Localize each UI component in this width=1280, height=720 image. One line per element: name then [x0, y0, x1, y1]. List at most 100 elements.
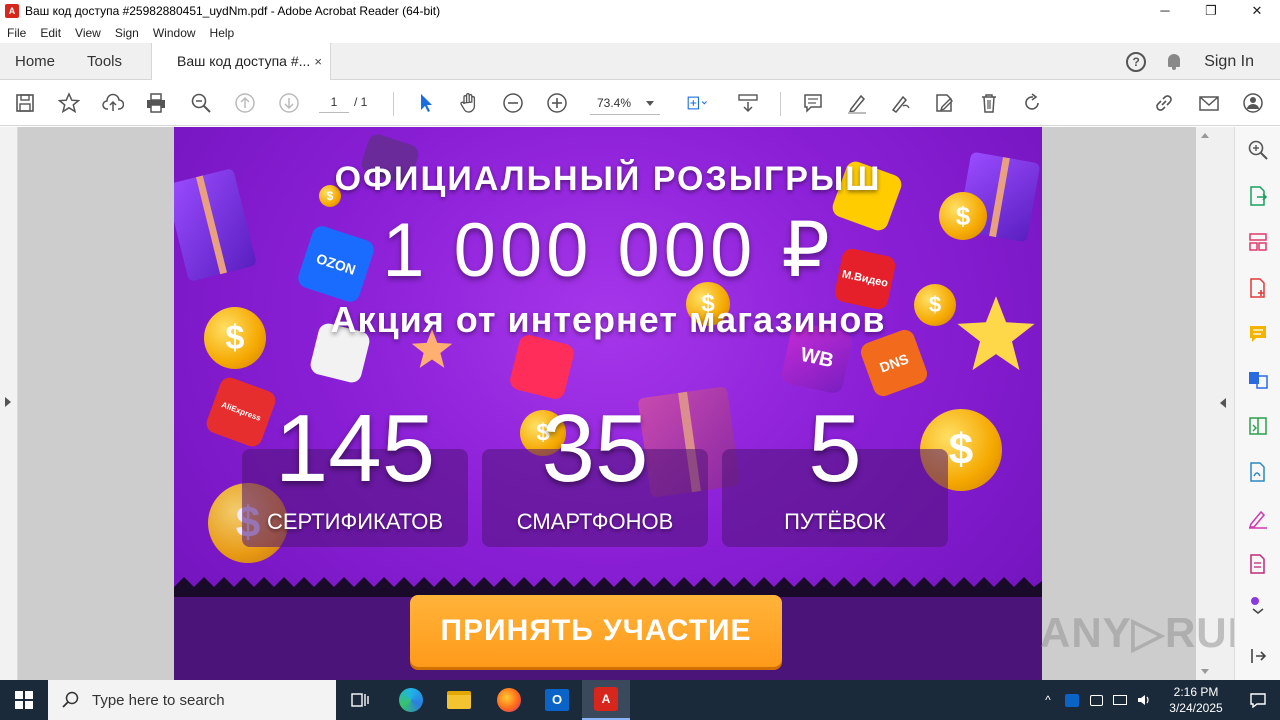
email-icon[interactable] [1196, 80, 1222, 126]
previous-page-icon[interactable] [232, 80, 258, 126]
export-pdf-icon[interactable] [1247, 185, 1269, 207]
stat-label: СЕРТИФИКАТОВ [266, 509, 444, 534]
toolbar-divider [780, 92, 781, 116]
start-button[interactable] [0, 680, 48, 720]
more-tools-icon[interactable] [1247, 593, 1269, 615]
scroll-up-arrow-icon[interactable] [1201, 133, 1209, 138]
help-icon[interactable]: ? [1126, 51, 1147, 72]
upload-cloud-icon[interactable] [100, 80, 126, 126]
user-add-icon[interactable] [1240, 80, 1266, 126]
main-toolbar: 1 / 1 73.4% [0, 80, 1280, 126]
combine-files-icon[interactable] [1247, 369, 1269, 391]
edit-pdf-icon[interactable] [931, 80, 957, 126]
clock-time: 2:16 PM [1173, 685, 1219, 699]
promo-amount: 1 000 000 ₽ [382, 208, 834, 293]
windows-logo-icon [15, 691, 33, 709]
next-page-icon[interactable] [276, 80, 302, 126]
comment-tool-icon[interactable] [1247, 323, 1269, 345]
notification-center-icon[interactable] [1236, 680, 1280, 720]
edge-browser-icon[interactable] [387, 680, 435, 720]
minimize-button[interactable]: ─ [1142, 0, 1188, 22]
pdf-page: $ $ $ $ $ $ $ $ OZON WB DNS М.Видео AliE… [174, 127, 1042, 680]
tab-tools[interactable]: Tools [87, 43, 122, 80]
comment-icon[interactable] [800, 80, 826, 126]
stat-label: СМАРТФОНОВ [516, 509, 674, 534]
participate-button[interactable]: ПРИНЯТЬ УЧАСТИЕ [410, 595, 782, 667]
select-pointer-icon[interactable] [413, 80, 439, 126]
zoom-level-value: 73.4% [597, 96, 632, 110]
file-explorer-icon[interactable] [435, 680, 483, 720]
task-view-icon[interactable] [336, 680, 384, 720]
sign-in-button[interactable]: Sign In [1204, 53, 1254, 71]
tab-home[interactable]: Home [15, 43, 55, 80]
taskbar-search-box[interactable]: Type here to search [48, 680, 336, 720]
close-button[interactable]: ✕ [1234, 0, 1280, 22]
chevron-up-icon[interactable]: ^ [1036, 680, 1060, 720]
save-icon[interactable] [12, 80, 38, 126]
search-zoom-icon[interactable] [1247, 139, 1269, 161]
meeting-tray-icon[interactable] [1084, 680, 1108, 720]
highlight-pen-icon[interactable] [844, 80, 870, 126]
right-tools-panel [1234, 127, 1280, 680]
menu-file[interactable]: File [7, 26, 26, 40]
volume-icon[interactable] [1132, 680, 1156, 720]
rotate-icon[interactable] [1019, 80, 1045, 126]
scroll-down-arrow-icon[interactable] [1201, 669, 1209, 674]
collapse-arrow-icon [1220, 398, 1226, 408]
create-pdf-icon[interactable] [1247, 277, 1269, 299]
stat-value: 145 [274, 395, 436, 502]
system-tray: ^ 2:16 PM 3/24/2025 [1036, 680, 1280, 720]
page-number-input[interactable]: 1 [319, 91, 349, 113]
anyrun-watermark: ANY▷RUN [1040, 609, 1259, 656]
outlook-icon[interactable]: O [533, 680, 581, 720]
hand-tool-icon[interactable] [456, 80, 482, 126]
account-area: ? Sign In [1126, 43, 1280, 80]
window-controls: ─ ❐ ✕ [1142, 0, 1280, 22]
page-fit-icon[interactable] [680, 80, 714, 126]
share-link-icon[interactable] [1151, 80, 1177, 126]
request-signature-icon[interactable] [1247, 461, 1269, 483]
menu-bar: File Edit View Sign Window Help [0, 22, 1280, 43]
tab-document[interactable]: Ваш код доступа #... × [151, 43, 331, 80]
collapse-panel-icon[interactable] [1247, 645, 1269, 667]
outlook-tray-icon[interactable] [1060, 680, 1084, 720]
organize-pages-icon[interactable] [1247, 231, 1269, 253]
promo-title: ОФИЦИАЛЬНЫЙ РОЗЫГРЫШ [334, 160, 882, 198]
maximize-button[interactable]: ❐ [1188, 0, 1234, 22]
stat-label: ПУТЁВОК [784, 509, 886, 534]
delete-trash-icon[interactable] [976, 80, 1002, 126]
fill-sign-icon[interactable] [1247, 507, 1269, 529]
zoom-level-select[interactable]: 73.4% [590, 91, 660, 115]
zigzag-divider [174, 577, 1042, 597]
clock-date: 3/24/2025 [1169, 701, 1223, 715]
right-panel-toggle[interactable] [1214, 127, 1234, 680]
zoom-search-icon[interactable] [188, 80, 214, 126]
notifications-bell-icon[interactable] [1166, 53, 1182, 71]
menu-window[interactable]: Window [153, 26, 196, 40]
search-icon [62, 691, 79, 708]
bookmark-star-icon[interactable] [56, 80, 82, 126]
menu-sign[interactable]: Sign [115, 26, 139, 40]
vertical-scrollbar[interactable] [1196, 127, 1214, 680]
compress-pdf-icon[interactable] [1247, 415, 1269, 437]
zoom-out-icon[interactable] [500, 80, 526, 126]
tab-close-icon[interactable]: × [314, 43, 322, 80]
stat-value: 5 [808, 395, 862, 502]
toolbar-divider [393, 92, 394, 116]
acrobat-taskbar-icon[interactable]: A [582, 680, 630, 720]
menu-help[interactable]: Help [210, 26, 235, 40]
tab-document-label: Ваш код доступа #... [177, 53, 311, 69]
zoom-in-icon[interactable] [544, 80, 570, 126]
firefox-icon[interactable] [485, 680, 533, 720]
clock[interactable]: 2:16 PM 3/24/2025 [1156, 684, 1236, 716]
network-icon[interactable] [1108, 680, 1132, 720]
draw-pen-icon[interactable] [887, 80, 913, 126]
menu-view[interactable]: View [75, 26, 101, 40]
scroll-mode-icon[interactable] [735, 80, 761, 126]
chevron-down-icon [646, 101, 654, 106]
print-icon[interactable] [143, 80, 169, 126]
left-panel-toggle[interactable] [0, 127, 18, 680]
menu-edit[interactable]: Edit [40, 26, 61, 40]
page-total-label: / 1 [354, 95, 368, 109]
edit-document-icon[interactable] [1247, 553, 1269, 575]
